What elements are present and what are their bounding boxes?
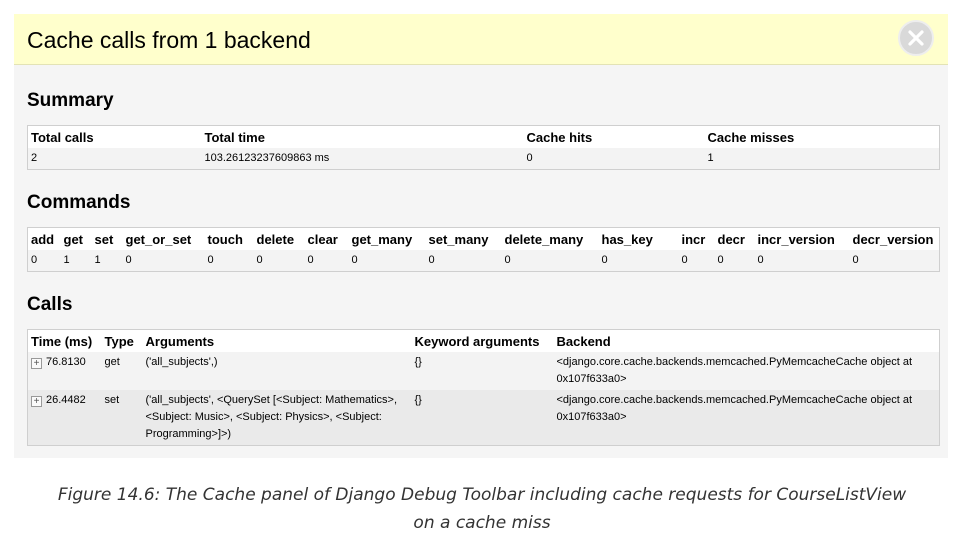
commands-header-row: add get set get_or_set touch delete clea… (28, 228, 940, 251)
call-backend: <django.core.cache.backends.memcached.Py… (556, 394, 913, 423)
command-value-decr: 0 (717, 254, 724, 266)
summary-total-time: 103.26123237609863 ms (204, 152, 330, 164)
call-time: +76.8130 (28, 352, 102, 390)
command-col-touch: touch (207, 232, 243, 247)
command-col-get: get (63, 232, 84, 247)
command-col-clear: clear (307, 232, 338, 247)
summary-col-cache-hits: Cache hits (526, 130, 593, 145)
caption-line-1: Figure 14.6: The Cache panel of Django D… (57, 485, 907, 505)
figure-caption: Figure 14.6: The Cache panel of Django D… (0, 481, 964, 537)
calls-header-row: Time (ms) Type Arguments Keyword argumen… (28, 330, 940, 353)
command-col-set-many: set_many (428, 232, 489, 247)
command-col-incr: incr (681, 232, 706, 247)
panel-header: Cache calls from 1 backend (14, 14, 948, 65)
commands-table: add get set get_or_set touch delete clea… (27, 227, 940, 272)
cache-panel: Cache calls from 1 backend Summary Total… (14, 14, 948, 458)
command-value-decr-version: 0 (852, 254, 859, 266)
command-col-get-many: get_many (351, 232, 413, 247)
command-col-decr: decr (717, 232, 745, 247)
command-value-clear: 0 (307, 254, 314, 266)
command-col-get-or-set: get_or_set (125, 232, 192, 247)
commands-heading: Commands (27, 192, 131, 213)
call-kwargs: {} (414, 356, 422, 368)
call-backend: <django.core.cache.backends.memcached.Py… (556, 356, 913, 385)
call-type: get (104, 356, 120, 368)
summary-col-total-time: Total time (204, 130, 265, 145)
command-value-set-many: 0 (428, 254, 435, 266)
command-value-add: 0 (31, 254, 38, 266)
summary-col-cache-misses: Cache misses (707, 130, 795, 145)
command-value-has-key: 0 (601, 254, 608, 266)
table-row: 0 1 1 0 0 0 0 0 0 0 0 0 0 0 0 (27, 250, 940, 272)
command-value-set: 1 (94, 254, 101, 266)
call-kwargs: {} (414, 394, 422, 406)
expand-toggle-icon[interactable]: + (31, 358, 42, 369)
command-col-delete-many: delete_many (504, 232, 584, 247)
close-button[interactable] (898, 20, 934, 56)
command-col-has-key: has_key (601, 232, 653, 247)
command-col-add: add (31, 232, 55, 247)
command-value-delete-many: 0 (504, 254, 511, 266)
calls-col-type: Type (104, 334, 134, 349)
calls-col-arguments: Arguments (145, 334, 215, 349)
call-arguments: ('all_subjects', <QuerySet [<Subject: Ma… (145, 394, 398, 440)
call-time: +26.4482 (28, 390, 102, 446)
call-time-value: 76.8130 (46, 356, 86, 368)
call-arguments: ('all_subjects',) (145, 356, 218, 368)
summary-header-row: Total calls Total time Cache hits Cache … (28, 126, 940, 149)
expand-toggle-icon[interactable]: + (31, 396, 42, 407)
calls-col-backend: Backend (556, 334, 611, 349)
command-col-incr-version: incr_version (757, 232, 835, 247)
summary-heading: Summary (27, 90, 114, 111)
summary-cache-hits: 0 (526, 152, 533, 164)
command-col-delete: delete (256, 232, 295, 247)
summary-col-total-calls: Total calls (31, 130, 94, 145)
command-value-touch: 0 (207, 254, 214, 266)
close-icon (908, 30, 924, 46)
call-type: set (104, 394, 120, 406)
summary-cache-misses: 1 (707, 152, 714, 164)
command-col-decr-version: decr_version (852, 232, 934, 247)
command-value-get-many: 0 (351, 254, 358, 266)
command-value-delete: 0 (256, 254, 263, 266)
caption-line-2: on a cache miss (413, 513, 551, 533)
table-row: +76.8130 get ('all_subjects',) {} <djang… (27, 352, 940, 390)
calls-heading: Calls (27, 294, 73, 315)
table-row: 2 103.26123237609863 ms 0 1 (27, 148, 940, 170)
command-value-get: 1 (63, 254, 70, 266)
table-row: +26.4482 set ('all_subjects', <QuerySet … (27, 390, 940, 446)
command-value-incr-version: 0 (757, 254, 764, 266)
calls-table: Time (ms) Type Arguments Keyword argumen… (27, 329, 940, 446)
command-value-incr: 0 (681, 254, 688, 266)
command-col-set: set (94, 232, 114, 247)
calls-col-time: Time (ms) (31, 334, 93, 349)
summary-total-calls: 2 (31, 152, 38, 164)
summary-table: Total calls Total time Cache hits Cache … (27, 125, 940, 170)
panel-title: Cache calls from 1 backend (27, 27, 311, 53)
calls-col-kwargs: Keyword arguments (414, 334, 540, 349)
command-value-get-or-set: 0 (125, 254, 132, 266)
call-time-value: 26.4482 (46, 394, 86, 406)
